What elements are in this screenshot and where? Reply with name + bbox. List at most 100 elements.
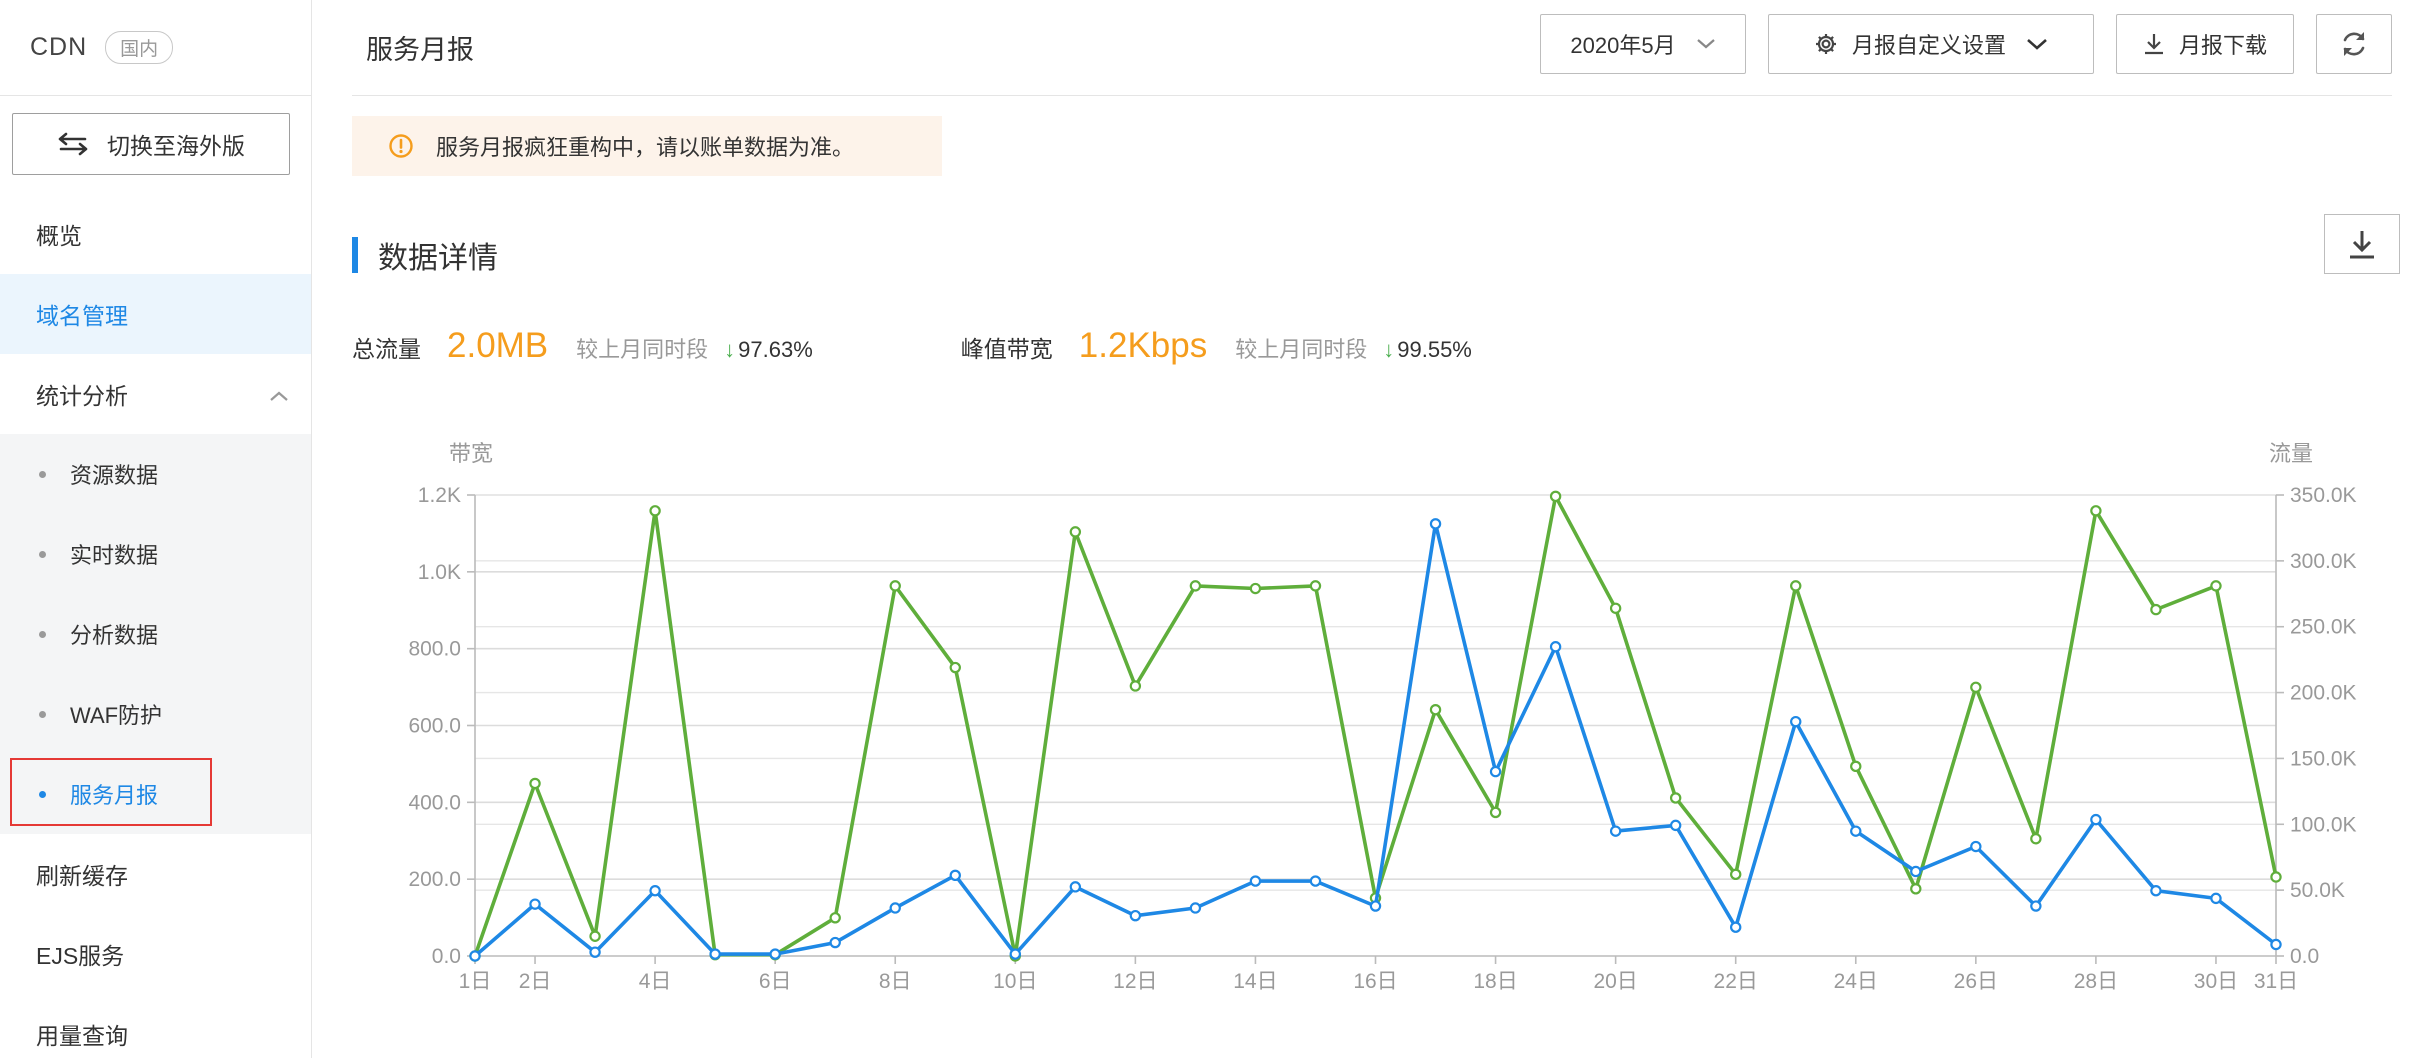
traffic-data-point [2150,603,2162,616]
traffic-data-point [1729,868,1742,881]
bandwidth-data-point [709,948,721,960]
bandwidth-data-point [889,902,901,914]
bandwidth-data-point [1369,900,1382,912]
main-content: 服务月报 2020年5月 月报自定义设置 月报下载 服务月报疯狂重构中，请以账单… [312,0,2422,1058]
x-axis-tick-label: 20日 [1593,970,1637,993]
traffic-data-point [649,505,661,517]
bandwidth-data-point [1669,819,1682,832]
x-axis-tick-label: 1日 [459,970,492,993]
refresh-icon [2338,28,2370,60]
traffic-data-point [2270,871,2282,883]
bandwidth-data-point [2210,892,2222,905]
traffic-data-point [1669,792,1682,804]
left-axis-tick-label: 0.0 [432,945,461,968]
sidebar-subitem-resource-data[interactable]: 资源数据 [0,434,311,514]
sidebar-nav: 概览 域名管理 统计分析 资源数据 实时数据 分析数据 WAF防护 服务月报 刷… [0,194,311,1058]
bandwidth-data-point [829,936,841,949]
traffic-data-point [1850,760,1862,773]
right-axis-tick-label: 350.0K [2290,484,2357,507]
x-axis-tick-label: 22日 [1714,970,1758,993]
bandwidth-data-point [1910,865,1922,878]
sidebar-subitem-waf[interactable]: WAF防护 [0,674,311,754]
sidebar-subitem-monthly-report[interactable]: 服务月报 [0,754,311,834]
sidebar-item-overview[interactable]: 概览 [0,194,311,274]
left-axis-tick-label: 800.0 [408,638,461,661]
sidebar-item-label: 域名管理 [36,303,128,329]
arrow-down-icon: ↓ [724,337,736,362]
bandwidth-data-point [2090,813,2102,826]
refresh-button[interactable] [2316,14,2392,74]
sidebar-item-domain-management[interactable]: 域名管理 [0,274,311,354]
custom-settings-button[interactable]: 月报自定义设置 [1768,14,2094,74]
sidebar-item-label: WAF防护 [70,703,163,728]
x-axis-tick-label: 8日 [879,970,912,993]
traffic-data-point [1910,883,1922,895]
bandwidth-data-point [1069,881,1082,893]
bandwidth-data-point [2150,884,2162,897]
traffic-data-point [2210,580,2222,592]
x-axis-tick-label: 10日 [993,970,1037,993]
chevron-up-icon [269,381,289,408]
bandwidth-data-point [649,884,661,897]
x-axis-tick-label: 4日 [639,970,672,993]
section-accent-bar [352,237,358,273]
traffic-data-point [2090,505,2102,517]
left-axis-tick-label: 400.0 [408,791,461,814]
right-axis-tick-label: 0.0 [2290,945,2319,968]
x-axis-tick-label: 2日 [519,970,552,993]
report-download-button[interactable]: 月报下载 [2116,14,2294,74]
stat-compare: 较上月同时段 [1235,337,1368,362]
chevron-down-icon [1696,38,1716,50]
sidebar-subitem-analysis-data[interactable]: 分析数据 [0,594,311,674]
traffic-data-point [2030,833,2042,845]
page-header: 服务月报 2020年5月 月报自定义设置 月报下载 [352,0,2392,96]
sidebar-item-usage-query[interactable]: 用量查询 [0,994,311,1058]
x-axis-tick-label: 12日 [1113,970,1157,993]
traffic-data-point [1429,703,1442,716]
chart-container: 0.0 200.0 400.0 600.0 800.0 1.0K 1.2K 0.0 50.0K 1… [312,420,2422,1058]
stat-compare: 较上月同时段 [576,337,709,362]
switch-overseas-button[interactable]: 切换至海外版 [12,113,290,175]
bandwidth-data-point [769,948,781,960]
bandwidth-data-point [1249,875,1262,887]
sidebar-item-label: 统计分析 [36,383,128,409]
bandwidth-data-point [1729,921,1742,933]
sidebar: CDN 国内 切换至海外版 概览 域名管理 统计分析 资源数据 实时数据 分析数… [0,0,312,1058]
traffic-data-point [1069,526,1082,538]
sidebar-item-refresh-cache[interactable]: 刷新缓存 [0,834,311,914]
bandwidth-data-point [1489,765,1502,778]
right-axis-tick-label: 300.0K [2290,550,2357,573]
sidebar-item-label: 实时数据 [70,543,159,568]
sidebar-item-ejs-service[interactable]: EJS服务 [0,914,311,994]
right-axis-tick-label: 50.0K [2290,879,2345,902]
bandwidth-data-point [2270,938,2282,951]
stat-change-value: 99.55% [1397,337,1472,362]
traffic-data-point [949,661,961,674]
sidebar-subitem-realtime-data[interactable]: 实时数据 [0,514,311,594]
left-axis-tick-label: 600.0 [408,715,461,738]
month-select-value: 2020年5月 [1570,33,1676,58]
sidebar-item-statistics[interactable]: 统计分析 [0,354,311,434]
download-icon [2143,32,2165,56]
traffic-data-point [829,912,841,924]
bandwidth-data-point [1189,902,1202,914]
sidebar-item-label: EJS服务 [36,943,125,969]
left-axis-tick-label: 1.0K [418,561,461,584]
right-axis-title: 流量 [2269,441,2313,466]
chart-grid [475,494,2276,957]
page-title: 服务月报 [366,35,474,65]
right-axis-tick-label: 150.0K [2290,747,2357,770]
data-download-button[interactable] [2324,214,2400,274]
bandwidth-data-point [1009,948,1022,960]
left-axis-title: 带宽 [449,441,493,466]
right-axis-tick-label: 200.0K [2290,682,2357,705]
notice-text: 服务月报疯狂重构中，请以账单数据为准。 [436,135,855,160]
bandwidth-data-point [1850,825,1862,837]
x-axis-tick-label: 18日 [1473,970,1517,993]
sidebar-item-label: 概览 [36,223,82,249]
x-axis-tick-label: 14日 [1233,970,1277,993]
right-axis-tick-label: 100.0K [2290,813,2357,836]
notice-banner: 服务月报疯狂重构中，请以账单数据为准。 [352,116,942,176]
traffic-data-point [529,777,541,790]
month-select[interactable]: 2020年5月 [1540,14,1746,74]
